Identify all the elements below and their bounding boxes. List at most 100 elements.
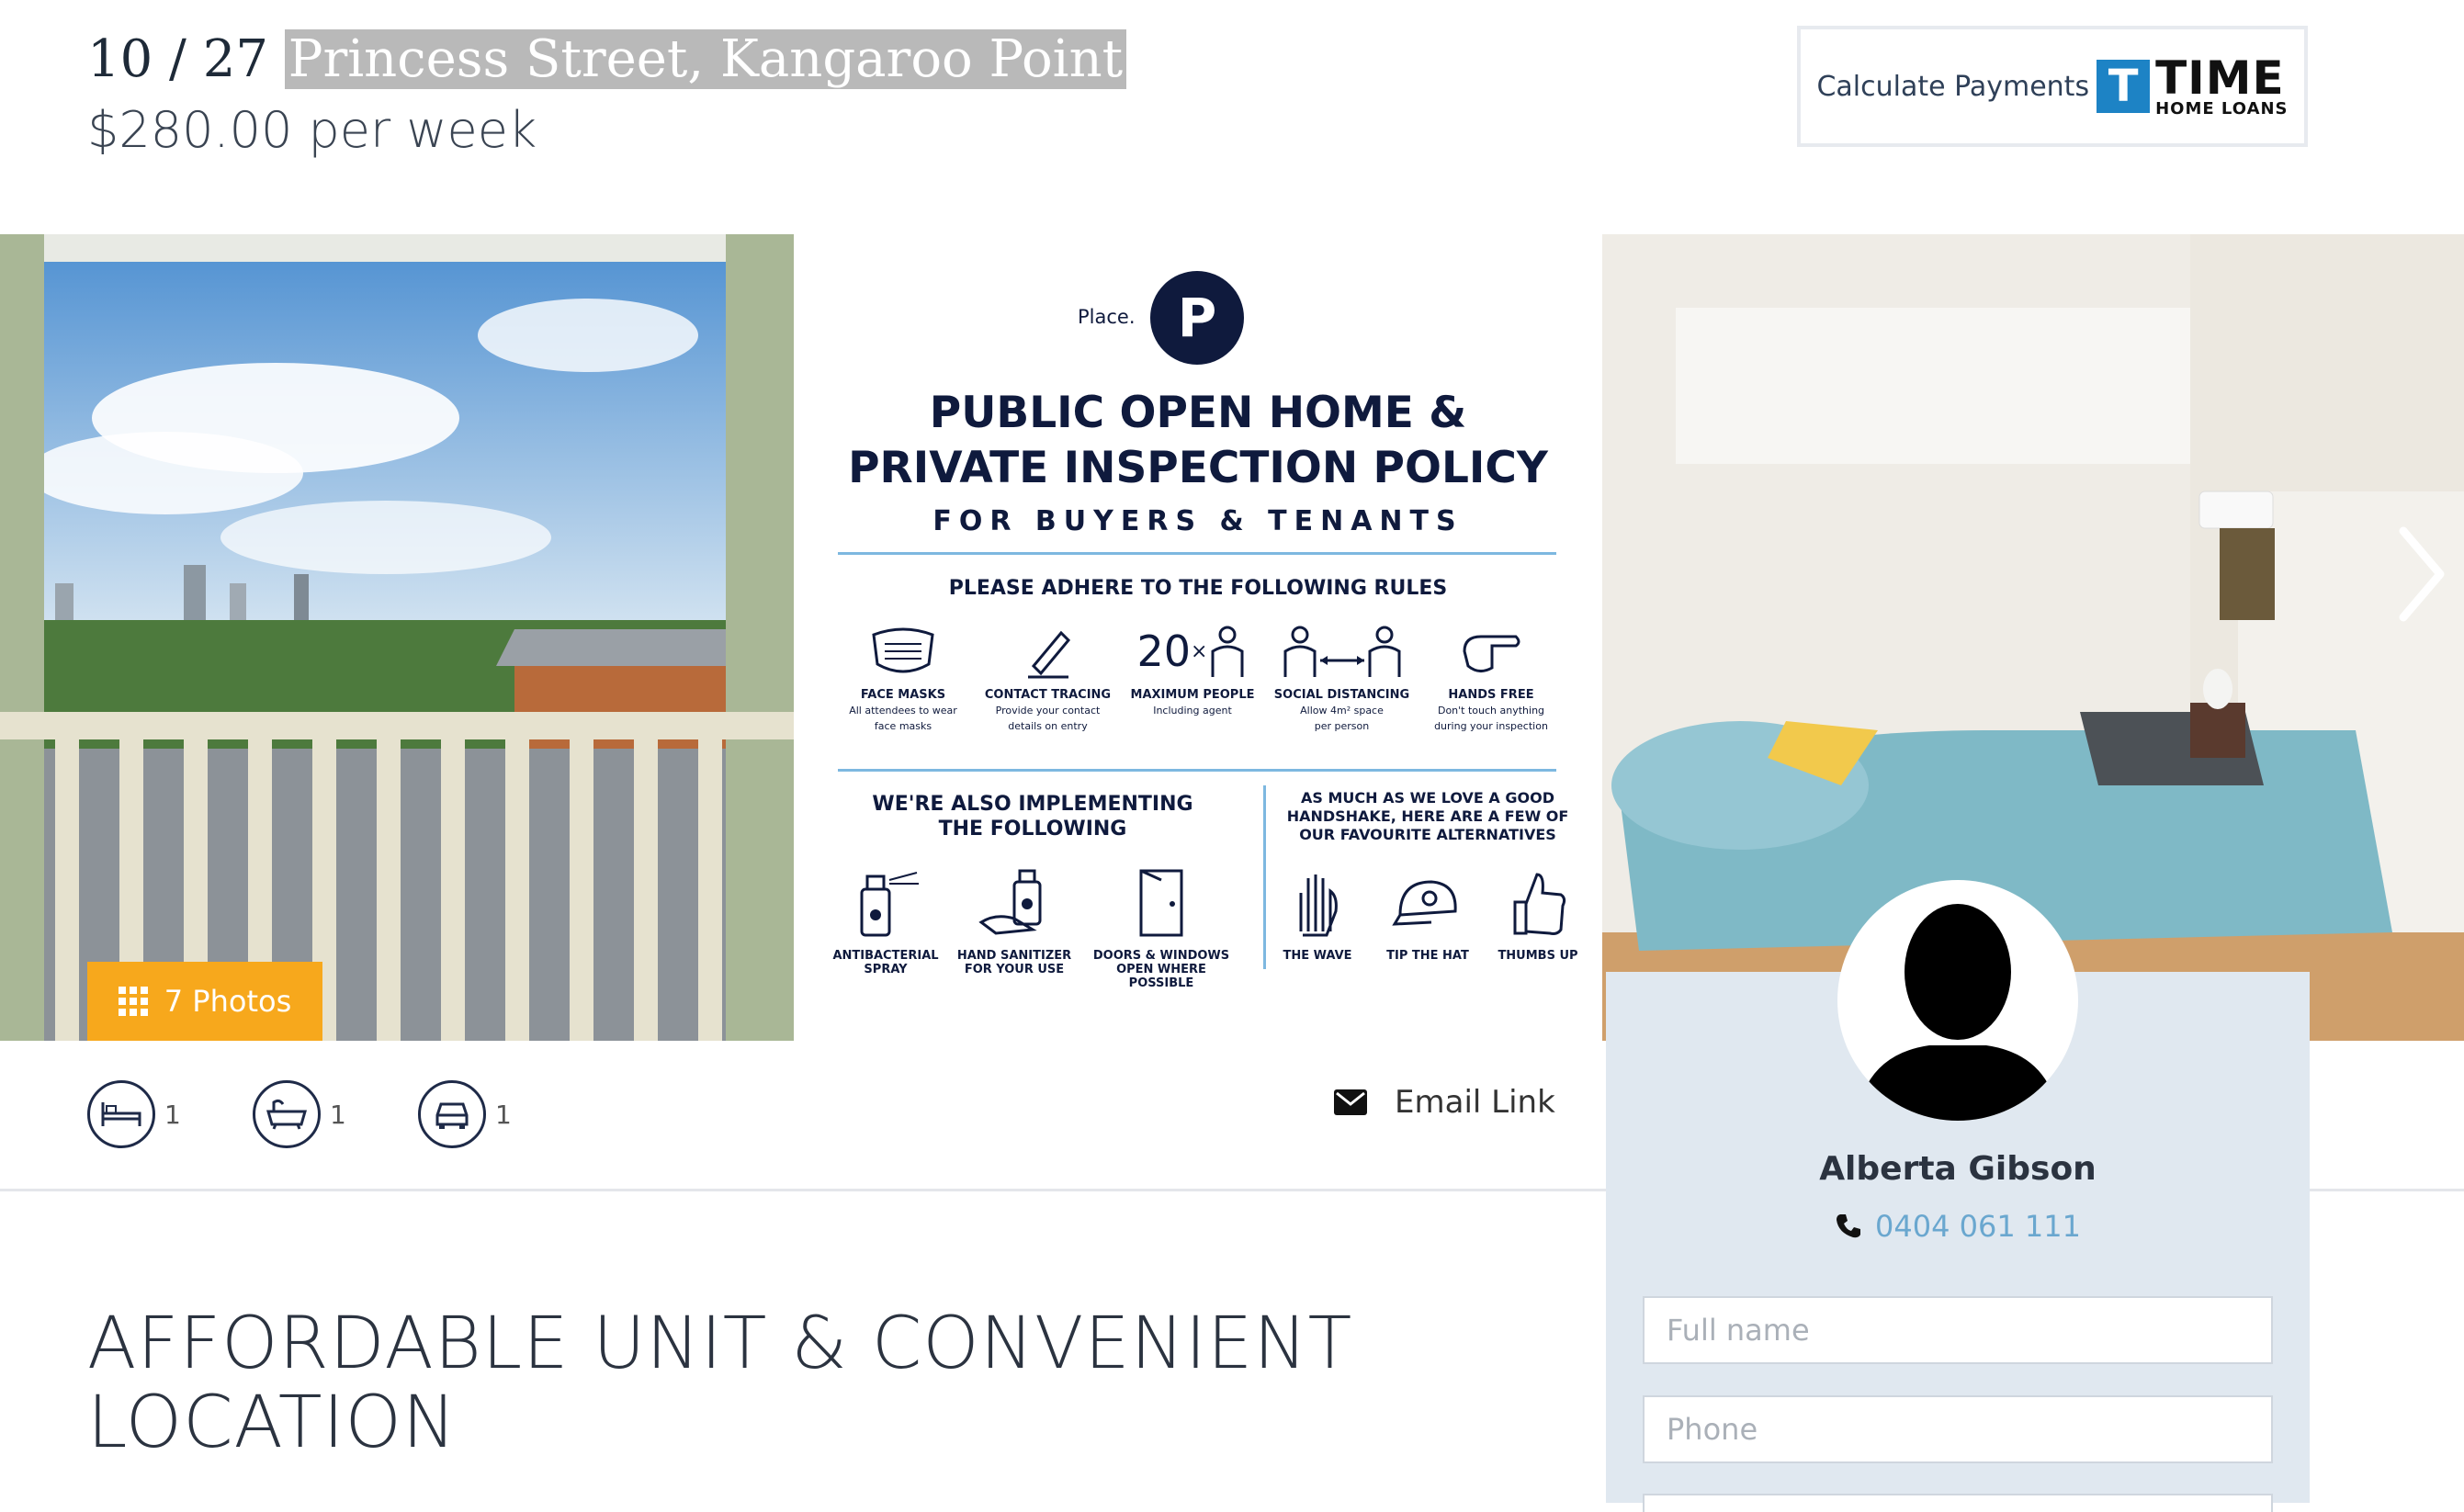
sanitizer-hand-icon [978, 861, 1051, 943]
rule-title: FACE MASKS [860, 688, 946, 702]
bedrooms-count: 1 [164, 1099, 181, 1130]
also-antibacterial-spray: ANTIBACTERIAL SPRAY [831, 861, 941, 990]
pen-icon [1021, 620, 1076, 683]
also-item-label: OPEN WHERE POSSIBLE [1116, 963, 1206, 990]
alternative-label: THE WAVE [1283, 949, 1352, 963]
rule-desc: Don't touch anything [1437, 705, 1545, 717]
handshake-line: HANDSHAKE, HERE ARE A FEW OF [1286, 807, 1569, 825]
poster-alternatives-row: THE WAVE TIP THE HAT THUMBS UP [1272, 861, 1584, 963]
headline-line1: AFFORDABLE UNIT & CONVENIENT [87, 1303, 1353, 1385]
distancing-icon [1278, 620, 1407, 683]
poster-rules-title: PLEASE ADHERE TO THE FOLLOWING RULES [948, 577, 1448, 600]
poster-rules-row: FACE MASKS All attendees to wear face ma… [834, 620, 1560, 733]
property-title: 10 / 27 Princess Street, Kangaroo Point [87, 28, 1127, 92]
rule-desc: Allow 4m² space [1300, 705, 1384, 717]
cap-icon [1391, 861, 1464, 943]
unit-number: 10 / 27 [87, 29, 268, 89]
rule-social-distancing: SOCIAL DISTANCING Allow 4m² space per pe… [1269, 620, 1416, 733]
envelope-icon [1334, 1089, 1367, 1115]
agent-name: Alberta Gibson [1819, 1150, 2097, 1188]
rule-hands-free: HANDS FREE Don't touch anything during y… [1422, 620, 1560, 733]
bathrooms-count: 1 [330, 1099, 346, 1130]
feature-parking: 1 [418, 1080, 512, 1148]
thumbs-up-icon [1506, 861, 1570, 943]
max-people-count: 20 [1136, 626, 1192, 676]
also-line: WE'RE ALSO IMPLEMENTING [872, 793, 1193, 816]
poster-divider [838, 552, 1556, 555]
rule-desc: during your inspection [1434, 720, 1548, 732]
also-item-label: DOORS & WINDOWS [1092, 949, 1230, 963]
feature-bathrooms: 1 [253, 1080, 346, 1148]
poster-brand-name: Place. [1078, 306, 1136, 328]
rule-contact-tracing: CONTACT TRACING Provide your contact det… [979, 620, 1117, 733]
alt-tip-the-hat: TIP THE HAT [1382, 861, 1474, 963]
email-input[interactable] [1643, 1494, 2273, 1512]
chevron-right-icon [2399, 526, 2445, 622]
alt-thumbs-up: THUMBS UP [1492, 861, 1584, 963]
gallery-next-arrow[interactable] [2396, 524, 2447, 628]
also-doors-windows: DOORS & WINDOWS OPEN WHERE POSSIBLE [1088, 861, 1235, 990]
rule-desc: All attendees to wear [849, 705, 957, 717]
also-item-label: ANTIBACTERIAL [832, 949, 939, 963]
also-item-label: FOR YOUR USE [964, 963, 1065, 976]
rule-title: MAXIMUM PEOPLE [1130, 688, 1255, 702]
pointing-hand-icon [1459, 620, 1523, 683]
view-photos-button[interactable]: 7 Photos [87, 962, 322, 1041]
face-mask-icon [865, 620, 942, 683]
poster-vertical-divider [1263, 785, 1266, 969]
time-logo-sub: HOME LOANS [2155, 99, 2289, 118]
alternative-label: THUMBS UP [1498, 949, 1578, 963]
listing-headline: AFFORDABLE UNIT & CONVENIENT LOCATION [87, 1304, 1352, 1462]
email-link-label: Email Link [1395, 1084, 1555, 1121]
grid-icon [118, 987, 148, 1016]
phone-input[interactable] [1643, 1395, 2273, 1463]
alternative-label: TIP THE HAT [1386, 949, 1469, 963]
person-silhouette-icon [1856, 904, 2060, 1121]
rule-desc: Including agent [1153, 705, 1232, 717]
also-item-label: SPRAY [864, 963, 908, 976]
feature-bedrooms: 1 [87, 1080, 181, 1148]
rule-desc: details on entry [1008, 720, 1088, 732]
place-logo-icon: P [1150, 271, 1244, 365]
handshake-line: AS MUCH AS WE LOVE A GOOD [1301, 789, 1554, 807]
people-count-icon: 20 × [1137, 620, 1249, 683]
poster-subheading: FOR BUYERS & TENANTS [932, 505, 1464, 537]
poster-heading: PUBLIC OPEN HOME & PRIVATE INSPECTION PO… [794, 386, 1602, 496]
rule-desc: Provide your contact [995, 705, 1101, 717]
rule-title: HANDS FREE [1448, 688, 1534, 702]
car-icon [418, 1080, 486, 1148]
inspection-policy-poster: Place. P PUBLIC OPEN HOME & PRIVATE INSP… [794, 234, 1602, 1041]
time-logo-icon: T [2097, 60, 2151, 113]
street-address: Princess Street, Kangaroo Point [284, 29, 1127, 89]
poster-also-row: ANTIBACTERIAL SPRAY HAND SANITIZER FOR Y… [831, 861, 1235, 990]
phone-icon [1837, 1214, 1861, 1238]
poster-heading-line1: PUBLIC OPEN HOME & [929, 388, 1467, 438]
parking-count: 1 [495, 1099, 512, 1130]
calculate-payments-button[interactable]: Calculate Payments T TIME HOME LOANS [1797, 26, 2308, 147]
waving-hand-icon [1290, 861, 1345, 943]
rent-price: $280.00 per week [87, 101, 537, 159]
poster-divider [838, 769, 1556, 772]
alt-the-wave: THE WAVE [1272, 861, 1363, 963]
handshake-line: OUR FAVOURITE ALTERNATIVES [1299, 826, 1556, 843]
agent-phone-link[interactable]: 0404 061 111 [1606, 1209, 2310, 1244]
photo-balcony-view[interactable] [0, 234, 794, 1041]
poster-also-title: WE'RE ALSO IMPLEMENTING THE FOLLOWING [831, 792, 1235, 841]
bed-icon [87, 1080, 155, 1148]
balcony-view-image [0, 234, 794, 1041]
rule-title: CONTACT TRACING [984, 688, 1112, 702]
also-hand-sanitizer: HAND SANITIZER FOR YOUR USE [955, 861, 1074, 990]
rule-desc: face masks [874, 720, 932, 732]
rule-maximum-people: 20 × MAXIMUM PEOPLE Including agent [1124, 620, 1261, 733]
also-line: THE FOLLOWING [938, 818, 1127, 841]
headline-line2: LOCATION [87, 1382, 458, 1464]
calculate-payments-label: Calculate Payments [1816, 70, 2090, 103]
rule-face-masks: FACE MASKS All attendees to wear face ma… [834, 620, 972, 733]
poster-handshake-title: AS MUCH AS WE LOVE A GOOD HANDSHAKE, HER… [1272, 789, 1584, 844]
agent-avatar [1837, 880, 2078, 1121]
photo-inspection-poster[interactable]: Place. P PUBLIC OPEN HOME & PRIVATE INSP… [794, 234, 1602, 1041]
email-link[interactable]: Email Link [1334, 1084, 1555, 1121]
bathtub-icon [253, 1080, 321, 1148]
also-item-label: HAND SANITIZER [956, 949, 1072, 963]
full-name-input[interactable] [1643, 1296, 2273, 1364]
